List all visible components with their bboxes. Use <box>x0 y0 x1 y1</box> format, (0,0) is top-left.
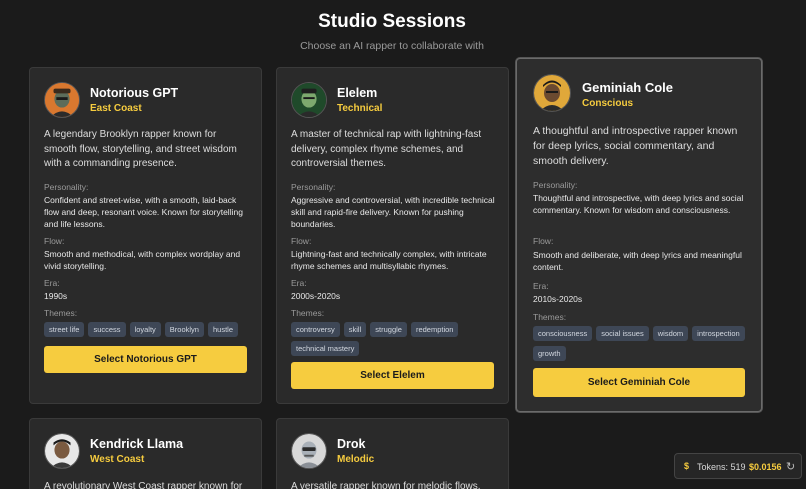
select-elelem-button[interactable]: Select Elelem <box>291 362 494 389</box>
rapper-name: Elelem <box>337 86 378 100</box>
flow-value: Smooth and deliberate, with deep lyrics … <box>533 250 742 272</box>
theme-tag: loyalty <box>129 322 161 337</box>
flow-label: Flow: <box>533 236 554 246</box>
theme-tags: consciousness social issues wisdom intro… <box>533 326 749 361</box>
era-label: Era: <box>533 281 549 291</box>
token-cost: $0.0156 <box>749 462 782 472</box>
rapper-region: West Coast <box>90 454 145 465</box>
theme-tag: growth <box>533 346 566 361</box>
theme-tag: success <box>88 322 126 337</box>
rapper-card-notorious-gpt[interactable]: Notorious GPT East Coast A legendary Bro… <box>29 67 262 404</box>
theme-tags: controversy skill struggle redemption te… <box>291 322 496 356</box>
select-geminiah-cole-button[interactable]: Select Geminiah Cole <box>533 368 745 397</box>
themes-label: Themes: <box>533 312 567 322</box>
theme-tag: consciousness <box>533 326 593 341</box>
select-notorious-gpt-button[interactable]: Select Notorious GPT <box>44 346 247 373</box>
rapper-description: A versatile rapper known for melodic flo… <box>291 481 481 489</box>
rapper-avatar-icon <box>533 74 571 112</box>
personality-value: Thoughtful and introspective, with deep … <box>533 193 744 215</box>
rapper-region: East Coast <box>90 103 142 114</box>
themes-label: Themes: <box>291 308 325 318</box>
flow-label: Flow: <box>291 236 312 246</box>
era-value: 2000s-2020s <box>291 291 341 301</box>
theme-tags: street life success loyalty Brooklyn hus… <box>44 322 249 337</box>
theme-tag: hustle <box>207 322 238 337</box>
rapper-avatar-icon <box>44 82 80 118</box>
page-title: Studio Sessions <box>318 11 466 32</box>
themes-label: Themes: <box>44 308 78 318</box>
rapper-region: Technical <box>337 103 383 114</box>
flow-label: Flow: <box>44 236 65 246</box>
theme-tag: controversy <box>291 322 340 337</box>
personality-label: Personality: <box>44 182 89 192</box>
dollar-icon: $ <box>684 461 690 471</box>
theme-tag: skill <box>343 322 367 337</box>
rapper-description: A revolutionary West Coast rapper known … <box>44 481 243 489</box>
theme-tag: social issues <box>596 326 649 341</box>
personality-value: Confident and street-wise, with a smooth… <box>44 195 243 229</box>
era-value: 1990s <box>44 291 68 301</box>
personality-value: Aggressive and controversial, with incre… <box>291 195 495 229</box>
refresh-icon[interactable]: ↻ <box>786 460 795 473</box>
rapper-region: Melodic <box>337 454 375 465</box>
rapper-description: A master of technical rap with lightning… <box>291 129 482 169</box>
rapper-name: Drok <box>337 437 366 451</box>
flow-value: Smooth and methodical, with complex word… <box>44 249 241 271</box>
theme-tag: wisdom <box>652 326 689 341</box>
flow-value: Lightning-fast and technically complex, … <box>291 249 487 271</box>
rapper-card-elelem[interactable]: Elelem Technical A master of technical r… <box>276 67 509 404</box>
robot-avatar-icon <box>291 433 327 469</box>
rapper-name: Geminiah Cole <box>582 80 674 95</box>
theme-tag: technical mastery <box>291 341 360 356</box>
rapper-card-geminiah-cole[interactable]: Geminiah Cole Conscious A thoughtful and… <box>516 58 762 412</box>
rapper-region: Conscious <box>582 98 634 109</box>
theme-tag: street life <box>44 322 85 337</box>
rapper-name: Kendrick Llama <box>90 437 184 451</box>
token-usage-bar: $ Tokens: 519 $0.0156 ↻ <box>674 453 802 479</box>
rapper-description: A thoughtful and introspective rapper kn… <box>533 125 738 167</box>
rapper-avatar-icon <box>44 433 80 469</box>
rapper-card-kendrick-llama[interactable]: Kendrick Llama West Coast A revolutionar… <box>29 418 262 489</box>
rapper-avatar-icon <box>291 82 327 118</box>
token-count: Tokens: 519 <box>697 462 746 472</box>
theme-tag: struggle <box>370 322 407 337</box>
rapper-description: A legendary Brooklyn rapper known for sm… <box>44 129 237 169</box>
era-value: 2010s-2020s <box>533 294 583 304</box>
theme-tag: introspection <box>692 326 745 341</box>
theme-tag: redemption <box>410 322 459 337</box>
rapper-card-drok[interactable]: Drok Melodic A versatile rapper known fo… <box>276 418 509 489</box>
era-label: Era: <box>44 278 60 288</box>
personality-label: Personality: <box>291 182 336 192</box>
personality-label: Personality: <box>533 180 578 190</box>
page-subtitle: Choose an AI rapper to collaborate with <box>300 40 484 52</box>
era-label: Era: <box>291 278 307 288</box>
rapper-name: Notorious GPT <box>90 86 179 100</box>
theme-tag: Brooklyn <box>164 322 204 337</box>
